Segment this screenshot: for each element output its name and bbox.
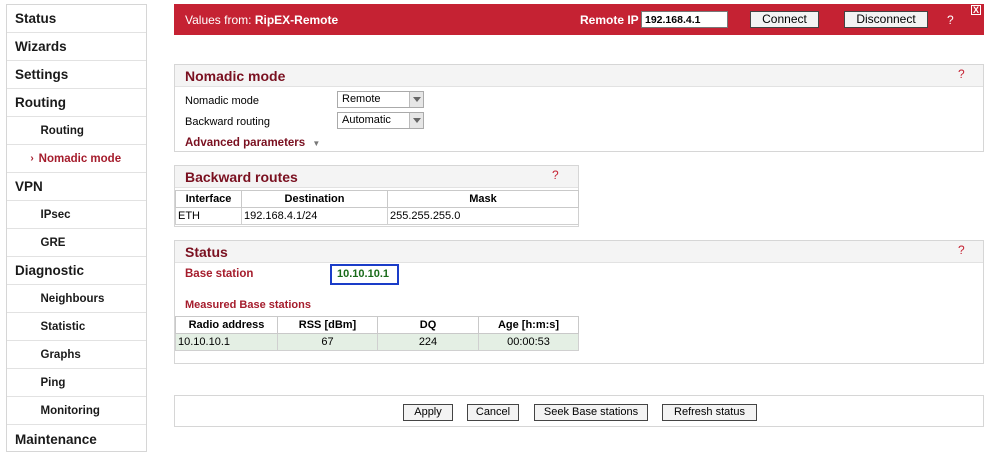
advanced-parameters-toggle[interactable]: Advanced parameters ▼ — [185, 137, 320, 149]
device-name: RipEX-Remote — [254, 13, 339, 27]
nav-ipsec-label: IPsec — [40, 208, 71, 221]
nav-gre-label: GRE — [40, 236, 66, 249]
nav-ping[interactable]: Ping — [7, 369, 146, 397]
cell-mask: 255.255.255.0 — [387, 207, 579, 225]
cancel-button[interactable]: Cancel — [467, 404, 519, 421]
caret-down-icon: ▼ — [312, 139, 321, 148]
nav-maintenance[interactable]: Maintenance — [7, 425, 146, 453]
chevron-right-icon: › — [30, 153, 34, 164]
backward-routing-value: Automatic — [342, 114, 391, 126]
nav-graphs-label: Graphs — [40, 348, 81, 361]
column-header-age: Age [h:m:s] — [478, 316, 579, 334]
nav-statistic-label: Statistic — [40, 320, 86, 333]
table-header-row: Radio address RSS [dBm] DQ Age [h:m:s] — [175, 316, 579, 334]
backward-routes-header: Backward routes ? — [175, 166, 578, 188]
apply-button[interactable]: Apply — [403, 404, 453, 421]
nav-wizards-label: Wizards — [15, 39, 67, 54]
column-header-rss: RSS [dBm] — [277, 316, 378, 334]
cell-rss: 67 — [277, 333, 378, 351]
column-header-destination: Destination — [241, 190, 388, 208]
refresh-status-button[interactable]: Refresh status — [662, 404, 757, 421]
nomadic-mode-header: Nomadic mode ? — [175, 65, 983, 87]
nav-routing-sub[interactable]: Routing — [7, 117, 146, 145]
remote-ip-input[interactable] — [641, 11, 728, 28]
advanced-parameters-label: Advanced parameters — [185, 137, 306, 149]
nav-monitoring-label: Monitoring — [40, 404, 100, 417]
nav-graphs[interactable]: Graphs — [7, 341, 146, 369]
cell-dq: 224 — [377, 333, 479, 351]
nav-diagnostic[interactable]: Diagnostic — [7, 257, 146, 285]
base-station-value: 10.10.10.1 — [330, 264, 399, 285]
connect-button[interactable]: Connect — [750, 11, 819, 28]
status-title: Status — [185, 244, 228, 260]
cell-destination: 192.168.4.1/24 — [241, 207, 388, 225]
backward-routes-help-icon[interactable]: ? — [552, 168, 559, 182]
nav-neighbours[interactable]: Neighbours — [7, 285, 146, 313]
sidebar-nav: Status Wizards Settings Routing Routing … — [6, 4, 147, 452]
status-help-icon[interactable]: ? — [958, 243, 965, 257]
status-header: Status ? — [175, 241, 983, 263]
close-icon[interactable]: X — [971, 5, 981, 15]
backward-routes-title: Backward routes — [185, 169, 298, 185]
nav-status-label: Status — [15, 11, 57, 26]
seek-base-stations-button[interactable]: Seek Base stations — [534, 404, 648, 421]
nomadic-mode-label: Nomadic mode — [185, 95, 259, 107]
nav-vpn-label: VPN — [15, 179, 43, 194]
nav-settings[interactable]: Settings — [7, 61, 146, 89]
nav-neighbours-label: Neighbours — [40, 292, 105, 305]
nomadic-mode-value: Remote — [342, 93, 381, 105]
nomadic-mode-panel: Nomadic mode ? Nomadic mode Remote Backw… — [174, 64, 984, 152]
nav-gre[interactable]: GRE — [7, 229, 146, 257]
nav-status[interactable]: Status — [7, 5, 146, 33]
column-header-radio-address: Radio address — [175, 316, 278, 334]
nomadic-mode-title: Nomadic mode — [185, 68, 286, 84]
measured-base-stations-title: Measured Base stations — [185, 299, 311, 311]
values-from-title: Values from: RipEX-Remote — [185, 13, 338, 27]
nav-settings-label: Settings — [15, 67, 69, 82]
base-station-label: Base station — [185, 268, 254, 280]
nav-maintenance-label: Maintenance — [15, 431, 97, 447]
table-header-row: Interface Destination Mask — [175, 190, 579, 208]
nav-nomadic-mode-label: Nomadic mode — [38, 152, 122, 165]
dropdown-arrow-icon — [409, 92, 423, 107]
nav-monitoring[interactable]: Monitoring — [7, 397, 146, 425]
cell-age: 00:00:53 — [478, 333, 579, 351]
nav-vpn[interactable]: VPN — [7, 173, 146, 201]
remote-header-bar: Values from: RipEX-Remote Remote IP Conn… — [174, 4, 984, 35]
nav-routing[interactable]: Routing — [7, 89, 146, 117]
backward-routes-table: Interface Destination Mask ETH 192.168.4… — [175, 190, 579, 225]
status-panel: Status ? Base station 10.10.10.1 Measure… — [174, 240, 984, 364]
table-row[interactable]: ETH 192.168.4.1/24 255.255.255.0 — [175, 207, 579, 225]
dropdown-arrow-icon — [409, 113, 423, 128]
column-header-interface: Interface — [175, 190, 242, 208]
cell-interface: ETH — [175, 207, 242, 225]
nomadic-help-icon[interactable]: ? — [958, 67, 965, 81]
column-header-mask: Mask — [387, 190, 579, 208]
nav-wizards[interactable]: Wizards — [7, 33, 146, 61]
backward-routing-label: Backward routing — [185, 116, 270, 128]
nav-routing-sub-label: Routing — [40, 124, 84, 137]
column-header-dq: DQ — [377, 316, 479, 334]
nav-ipsec[interactable]: IPsec — [7, 201, 146, 229]
cell-radio-address: 10.10.10.1 — [175, 333, 278, 351]
backward-routing-select[interactable]: Automatic — [337, 112, 424, 129]
nomadic-mode-select[interactable]: Remote — [337, 91, 424, 108]
nav-routing-label: Routing — [15, 95, 66, 110]
backward-routes-panel: Backward routes ? Interface Destination … — [174, 165, 579, 227]
nav-diagnostic-label: Diagnostic — [15, 263, 85, 278]
nav-ping-label: Ping — [40, 376, 66, 389]
measured-base-stations-table: Radio address RSS [dBm] DQ Age [h:m:s] 1… — [175, 316, 579, 351]
header-help-icon[interactable]: ? — [947, 13, 954, 27]
table-row[interactable]: 10.10.10.1 67 224 00:00:53 — [175, 333, 579, 351]
nav-statistic[interactable]: Statistic — [7, 313, 146, 341]
disconnect-button[interactable]: Disconnect — [844, 11, 928, 28]
nav-nomadic-mode[interactable]: › Nomadic mode — [7, 145, 146, 173]
remote-ip-label: Remote IP — [580, 13, 639, 27]
values-from-prefix: Values from: — [185, 13, 255, 27]
